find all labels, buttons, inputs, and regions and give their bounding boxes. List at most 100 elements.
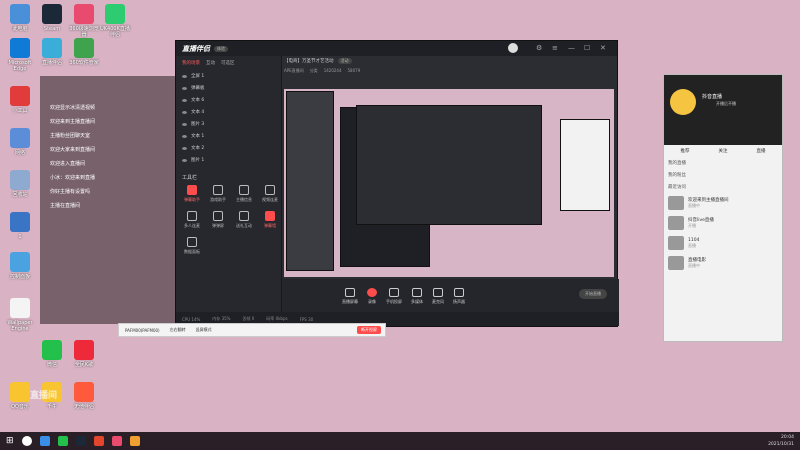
eye-icon[interactable]	[182, 158, 187, 162]
tool-icon	[265, 185, 275, 195]
desktop-icon[interactable]: UK400K直播伴侣	[100, 4, 130, 38]
portrait-option[interactable]: 竖屏模式	[196, 327, 212, 333]
tool-button[interactable]: 送礼互动	[232, 211, 256, 235]
tool-button[interactable]: 游戏助手	[206, 185, 230, 209]
layer-item[interactable]: 图片 3	[176, 118, 281, 130]
app-logo: 直播伴侣	[182, 44, 210, 53]
desktop-icon[interactable]: 此电脑	[5, 4, 35, 32]
desktop-icon[interactable]: 控制面板	[5, 252, 35, 280]
phone-tab[interactable]: 关注	[719, 148, 728, 154]
phone-list-item[interactable]: 直播电影 直播中	[664, 253, 782, 273]
layer-item[interactable]: 弹幕板	[176, 82, 281, 94]
eye-icon[interactable]	[182, 110, 187, 114]
tool-icon	[239, 185, 249, 195]
phone-section-title[interactable]: 我的直播	[664, 157, 782, 169]
taskbar-app-wechat[interactable]	[57, 436, 68, 446]
bottom-toolbar-button[interactable]: 录像	[367, 287, 377, 305]
layer-item[interactable]: 图片 1	[176, 154, 281, 166]
app-icon	[105, 4, 125, 24]
tool-button[interactable]: 弹幕助手	[180, 185, 204, 209]
layer-item[interactable]: 全屏 1	[176, 70, 281, 82]
desktop-icon[interactable]: 360极速浏览器	[69, 4, 99, 38]
bottom-toolbar-button[interactable]: 直播屏幕	[342, 287, 358, 305]
desktop-icon[interactable]: 全民K歌	[69, 340, 99, 368]
desktop-icon-label: 360软件管家	[69, 60, 99, 66]
start-icon[interactable]: ⊞	[6, 436, 14, 446]
desktop-icon[interactable]: Wallpaper Engine	[5, 298, 35, 332]
profile-avatar[interactable]	[670, 89, 696, 115]
tool-button[interactable]: 数据面板	[180, 237, 204, 261]
chat-message: 主播在直播间	[50, 203, 81, 209]
preview-canvas[interactable]	[284, 89, 614, 277]
layer-item[interactable]: 文本 6	[176, 94, 281, 106]
taskbar-app-red[interactable]	[93, 436, 104, 446]
user-avatar[interactable]	[508, 43, 518, 53]
desktop-icon[interactable]: 回收站	[5, 170, 35, 198]
flip-option[interactable]: 左右翻转	[170, 327, 186, 333]
tool-label: 主播信息	[236, 197, 252, 202]
disconnect-button[interactable]: 断开投屏	[357, 326, 381, 334]
phone-list-item[interactable]: 1104 直播	[664, 233, 782, 253]
tool-button[interactable]: 弹弹屏	[206, 211, 230, 235]
taskbar-app-companion[interactable]	[129, 436, 140, 446]
scene-tab[interactable]: 可选区	[221, 60, 235, 66]
desktop-icon[interactable]: 小工具	[5, 86, 35, 114]
tool-button[interactable]: 主播信息	[232, 185, 256, 209]
eye-icon[interactable]	[182, 122, 187, 126]
desktop-icon[interactable]: 网络	[5, 128, 35, 156]
tool-button[interactable]: 视频连麦	[258, 185, 282, 209]
desktop-icon-label: 回收站	[12, 192, 28, 198]
desktop-icon[interactable]: Steam	[37, 4, 67, 32]
layer-item[interactable]: 文本 1	[176, 130, 281, 142]
bottom-toolbar-button[interactable]: 麦克风	[432, 287, 444, 305]
settings-icon[interactable]: ⚙	[536, 44, 542, 52]
layer-item[interactable]: 文本 4	[176, 106, 281, 118]
desktop-icon[interactable]: 360软件管家	[69, 38, 99, 66]
desktop-icon[interactable]: 微信	[37, 340, 67, 368]
taskbar-app-steam[interactable]	[75, 436, 86, 446]
desktop-icon[interactable]: Microsoft Edge	[5, 38, 35, 72]
chat-message: 小冰：欢迎来到直播	[50, 175, 96, 181]
desktop-icon-label: 无他伴侣	[73, 404, 94, 410]
profile-subtitle: 开播后不播	[716, 101, 736, 106]
toolbar-label: 麦克风	[432, 298, 444, 304]
app-icon	[42, 4, 62, 24]
scene-tab[interactable]: 我的场景	[182, 60, 200, 66]
search-icon[interactable]	[21, 436, 32, 446]
eye-icon[interactable]	[182, 134, 187, 138]
close-icon[interactable]: ✕	[600, 44, 606, 52]
bottom-toolbar-button[interactable]: 扬声器	[453, 287, 465, 305]
bottom-toolbar-button[interactable]: 多媒体	[411, 287, 423, 305]
start-live-button[interactable]: 开始直播	[579, 289, 607, 299]
eye-icon[interactable]	[182, 98, 187, 102]
menu-icon[interactable]: ≡	[552, 44, 558, 52]
eye-icon[interactable]	[182, 146, 187, 150]
phone-list-item[interactable]: 欢迎来到主播直播间 直播中	[664, 193, 782, 213]
desktop-icon[interactable]: 无他伴侣	[69, 382, 99, 410]
version-badge[interactable]: 体验	[214, 45, 228, 52]
taskbar-app-pink[interactable]	[111, 436, 122, 446]
maximize-icon[interactable]: ☐	[584, 44, 590, 52]
tool-button[interactable]: 弹幕墙	[258, 211, 282, 235]
app-icon	[74, 4, 94, 24]
eye-icon[interactable]	[182, 74, 187, 78]
scene-tab[interactable]: 互动	[206, 60, 215, 66]
phone-tab[interactable]: 直播	[757, 148, 766, 154]
minimize-icon[interactable]: —	[568, 44, 575, 52]
stream-title[interactable]: 【电商】万圣节才艺活动	[284, 58, 334, 64]
eye-icon[interactable]	[182, 86, 187, 90]
layer-item[interactable]: 文本 2	[176, 142, 281, 154]
bottom-toolbar-button[interactable]: 手机投屏	[386, 287, 402, 305]
phone-section-title[interactable]: 我的粉丝	[664, 169, 782, 181]
phone-section-title[interactable]: 最近访问	[664, 181, 782, 193]
chat-message: 欢迎大家来到直播间	[50, 147, 96, 153]
tool-label: 弹幕助手	[184, 197, 200, 202]
tool-button[interactable]: 多人连麦	[180, 211, 204, 235]
phone-tab[interactable]: 推荐	[681, 148, 690, 154]
desktop-icon-label: 360极速浏览器	[69, 26, 99, 38]
system-tray[interactable]: 20:04 2021/10/31	[768, 434, 794, 448]
phone-list-item[interactable]: 抖音live直播 开播	[664, 213, 782, 233]
desktop-icon[interactable]: 1	[5, 212, 35, 240]
taskbar-app-browser[interactable]	[39, 436, 50, 446]
desktop-icon[interactable]: 直播伴侣	[37, 38, 67, 66]
